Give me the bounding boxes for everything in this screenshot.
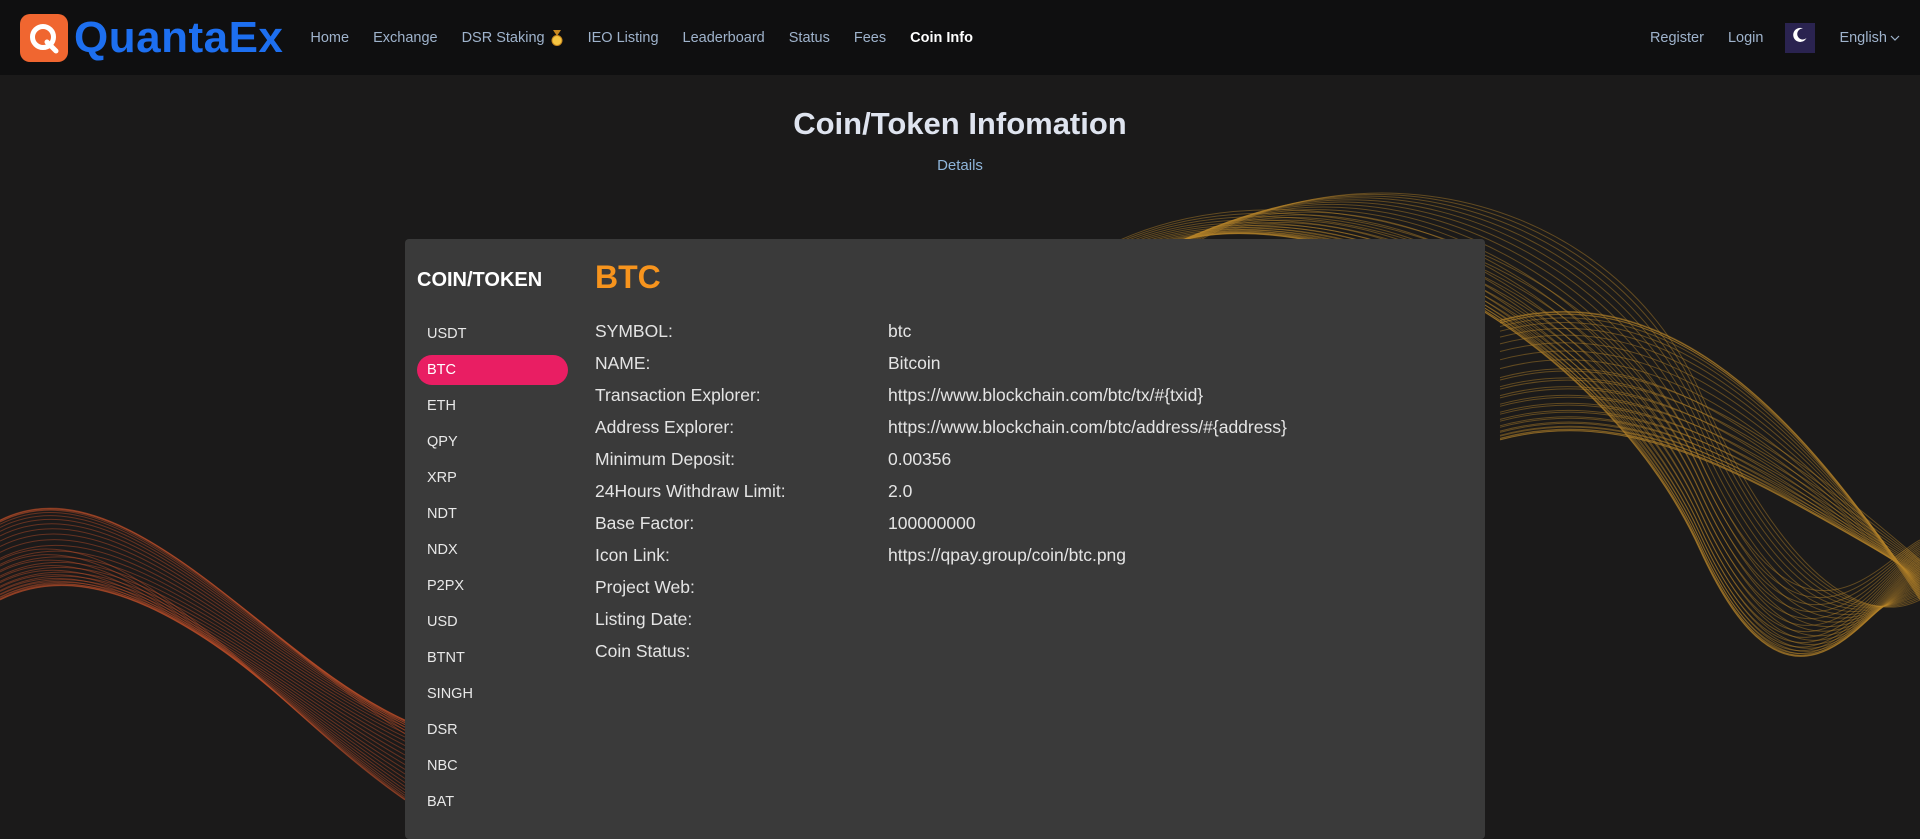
coin-item-nbc[interactable]: NBC: [417, 751, 568, 781]
detail-value: 2.0: [888, 481, 913, 501]
detail-row-withdraw-limit: 24Hours Withdraw Limit: 2.0: [595, 480, 1287, 512]
coin-info-card: COIN/TOKEN USDT BTC ETH QPY XRP NDT NDX …: [405, 239, 1485, 839]
coin-item-bat[interactable]: BAT: [417, 787, 568, 817]
coin-item-ndx[interactable]: NDX: [417, 535, 568, 565]
nav-dsr-staking-label: DSR Staking: [461, 29, 545, 46]
detail-label: Transaction Explorer:: [595, 385, 761, 405]
detail-label: SYMBOL:: [595, 321, 673, 341]
coin-item-btnt[interactable]: BTNT: [417, 643, 568, 673]
coin-item-p2px[interactable]: P2PX: [417, 571, 568, 601]
coin-item-btc[interactable]: BTC: [417, 355, 568, 385]
selected-coin-title: BTC: [595, 259, 661, 295]
coin-details-table: SYMBOL: btc NAME: Bitcoin Transaction Ex…: [595, 320, 1287, 672]
medal-icon: [550, 29, 564, 46]
detail-label: Icon Link:: [595, 545, 670, 565]
coin-item-ndt[interactable]: NDT: [417, 499, 568, 529]
language-label: English: [1839, 29, 1887, 46]
detail-label: Listing Date:: [595, 609, 693, 629]
page-subtitle[interactable]: Details: [0, 157, 1920, 174]
page-title: Coin/Token Infomation: [793, 106, 1127, 141]
detail-row-name: NAME: Bitcoin: [595, 352, 1287, 384]
main-nav: Home Exchange DSR Staking IEO Listing Le…: [310, 29, 997, 46]
detail-label: Base Factor:: [595, 513, 695, 533]
detail-value: https://qpay.group/coin/btc.png: [888, 545, 1127, 565]
detail-row-coin-status: Coin Status:: [595, 640, 1287, 672]
detail-value: 100000000: [888, 513, 976, 533]
language-select[interactable]: English: [1839, 30, 1900, 46]
theme-toggle-button[interactable]: [1785, 22, 1816, 53]
detail-value: https://www.blockchain.com/btc/address/#…: [888, 417, 1287, 437]
chevron-down-icon: [1890, 34, 1900, 42]
detail-value: https://www.blockchain.com/btc/tx/#{txid…: [888, 385, 1204, 405]
coin-item-singh[interactable]: SINGH: [417, 679, 568, 709]
nav-right: Register Login English: [1626, 0, 1900, 75]
detail-label: Address Explorer:: [595, 417, 735, 437]
detail-row-project-web: Project Web:: [595, 576, 1287, 608]
nav-leaderboard[interactable]: Leaderboard: [683, 30, 765, 46]
coin-item-eth[interactable]: ETH: [417, 391, 568, 421]
detail-label: 24Hours Withdraw Limit:: [595, 481, 786, 501]
detail-row-symbol: SYMBOL: btc: [595, 320, 1287, 352]
detail-label: Coin Status:: [595, 641, 691, 661]
detail-value: 0.00356: [888, 449, 952, 469]
detail-row-icon-link: Icon Link: https://qpay.group/coin/btc.p…: [595, 544, 1287, 576]
detail-row-transaction-explorer: Transaction Explorer: https://www.blockc…: [595, 384, 1287, 416]
nav-fees[interactable]: Fees: [854, 30, 886, 46]
detail-row-listing-date: Listing Date:: [595, 608, 1287, 640]
top-navbar: QuantaEx Home Exchange DSR Staking IEO L…: [0, 0, 1920, 75]
nav-dsr-staking[interactable]: DSR Staking: [461, 29, 564, 46]
nav-ieo-listing[interactable]: IEO Listing: [588, 30, 659, 46]
coin-item-qpy[interactable]: QPY: [417, 427, 568, 457]
login-link[interactable]: Login: [1728, 30, 1763, 46]
coin-item-usdt[interactable]: USDT: [417, 319, 568, 349]
coin-item-dsr[interactable]: DSR: [417, 715, 568, 745]
detail-row-minimum-deposit: Minimum Deposit: 0.00356: [595, 448, 1287, 480]
detail-value: btc: [888, 321, 912, 341]
brand-name: QuantaEx: [74, 12, 284, 62]
coin-item-xrp[interactable]: XRP: [417, 463, 568, 493]
brand-logo[interactable]: QuantaEx: [20, 13, 283, 63]
sidebar-title: COIN/TOKEN: [417, 269, 543, 291]
register-link[interactable]: Register: [1650, 30, 1704, 46]
coin-item-usd[interactable]: USD: [417, 607, 568, 637]
nav-status[interactable]: Status: [789, 30, 830, 46]
detail-value: Bitcoin: [888, 353, 941, 373]
coin-list: USDT BTC ETH QPY XRP NDT NDX P2PX USD BT…: [417, 319, 568, 823]
detail-label: Project Web:: [595, 577, 695, 597]
logo-q-icon: [20, 13, 68, 62]
nav-home[interactable]: Home: [310, 30, 349, 46]
detail-label: NAME:: [595, 353, 651, 373]
nav-exchange[interactable]: Exchange: [373, 30, 438, 46]
nav-coin-info[interactable]: Coin Info: [910, 30, 973, 46]
detail-label: Minimum Deposit:: [595, 449, 736, 469]
detail-row-address-explorer: Address Explorer: https://www.blockchain…: [595, 416, 1287, 448]
detail-row-base-factor: Base Factor: 100000000: [595, 512, 1287, 544]
moon-icon: [1792, 27, 1808, 48]
